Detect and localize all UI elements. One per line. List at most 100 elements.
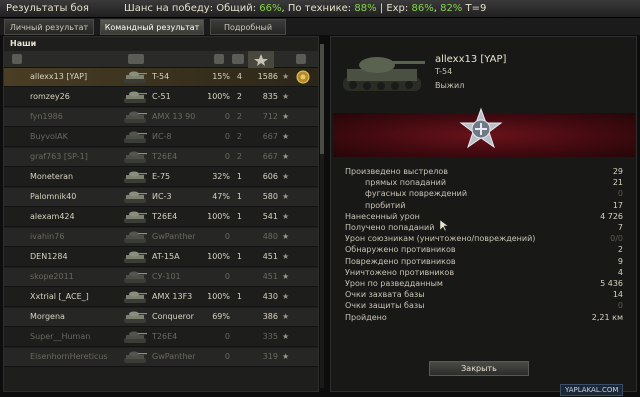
experience-cell: 835 bbox=[262, 92, 278, 101]
experience-star-icon: ★ bbox=[282, 312, 290, 321]
stat-row: Урон по разведданным 5 436 bbox=[345, 279, 633, 290]
column-header-bar bbox=[4, 51, 318, 68]
table-row[interactable]: Moneteran E-75 32% 1 606 ★ bbox=[4, 168, 318, 187]
experience-column-sorted[interactable] bbox=[248, 51, 274, 68]
exp-a: 86% bbox=[411, 3, 434, 14]
frags-cell: 4 bbox=[236, 72, 242, 81]
table-row[interactable]: Morgena Conqueror 69% 386 ★ bbox=[4, 308, 318, 327]
stat-value: 5 436 bbox=[600, 279, 623, 288]
table-row[interactable]: fyn1986 AMX 13 90 0 2 712 ★ bbox=[4, 108, 318, 127]
tank-name-cell: СУ-101 bbox=[152, 272, 181, 281]
team-label: Наши bbox=[10, 39, 37, 48]
experience-star-icon: ★ bbox=[282, 112, 290, 121]
tab-team-result[interactable]: Командный результат bbox=[100, 19, 204, 35]
stat-label: Уничтожено противников bbox=[345, 267, 455, 277]
stat-row: прямых попаданий 21 bbox=[345, 178, 633, 189]
tank-name-cell: AMX 13 90 bbox=[152, 112, 196, 121]
player-name-cell: EisenhornHereticus bbox=[30, 352, 108, 361]
frags-cell: 1 bbox=[236, 172, 242, 181]
watermark: YAPLAKAL.COM bbox=[560, 384, 624, 396]
tank-thumbnail-icon bbox=[124, 151, 147, 163]
frags-icon[interactable] bbox=[232, 54, 244, 64]
stat-value: 0 bbox=[617, 301, 623, 311]
experience-star-icon: ★ bbox=[282, 212, 290, 221]
experience-star-icon: ★ bbox=[282, 252, 290, 261]
table-row[interactable]: DEN1284 AT-15A 100% 1 451 ★ bbox=[4, 248, 318, 267]
stat-label: Пройдено bbox=[345, 312, 387, 322]
table-row[interactable]: BuyvolAK ИС-8 0 2 667 ★ bbox=[4, 128, 318, 147]
stat-value: 0 bbox=[617, 189, 623, 199]
scrollbar-thumb[interactable] bbox=[320, 44, 324, 154]
table-row[interactable]: Super__Human T26E4 0 335 ★ bbox=[4, 328, 318, 347]
stat-value: 2 bbox=[617, 245, 623, 255]
tank-thumbnail-icon bbox=[124, 91, 147, 103]
table-row[interactable]: graf763 [SP-1] T26E4 0 2 667 ★ bbox=[4, 148, 318, 167]
experience-cell: 667 bbox=[262, 132, 278, 141]
win-chance-summary: Шанс на победу: Общий: 66%, По технике: … bbox=[124, 3, 486, 14]
experience-cell: 335 bbox=[262, 332, 278, 341]
tank-thumbnail-icon bbox=[124, 191, 147, 203]
table-row[interactable]: ivahin76 GwPanther 0 480 ★ bbox=[4, 228, 318, 247]
player-name-cell: Super__Human bbox=[30, 332, 91, 341]
close-button[interactable]: Закрыть bbox=[429, 361, 529, 376]
player-name-cell: romzey26 bbox=[30, 92, 70, 101]
stat-label: фугасных повреждений bbox=[365, 189, 468, 199]
player-name-cell: ivahin76 bbox=[30, 232, 65, 241]
stat-value: 4 726 bbox=[600, 211, 623, 221]
tank-name-cell: AT-15A bbox=[152, 252, 180, 261]
exp-sep: , bbox=[433, 3, 437, 14]
health-percent-cell: 100% bbox=[207, 92, 230, 101]
table-row[interactable]: alexam424 T26E4 100% 1 541 ★ bbox=[4, 208, 318, 227]
stat-value: 2,21 км bbox=[591, 312, 623, 322]
table-row[interactable]: allexx13 [YAP] T-54 15% 4 1586 ★ bbox=[4, 68, 318, 87]
exp-label: | Exp: bbox=[379, 3, 409, 14]
medal-icon[interactable] bbox=[296, 54, 306, 64]
stat-value: 17 bbox=[612, 200, 623, 210]
vehicle-type-icon[interactable] bbox=[12, 54, 22, 64]
tank-name-cell: E-75 bbox=[152, 172, 171, 181]
health-percent-cell: 100% bbox=[207, 252, 230, 261]
frags-cell: 2 bbox=[236, 152, 242, 161]
tank-icon[interactable] bbox=[128, 54, 144, 64]
frags-cell: 1 bbox=[236, 292, 242, 301]
experience-cell: 580 bbox=[262, 192, 278, 201]
title-bar: Результаты боя Шанс на победу: Общий: 66… bbox=[0, 0, 640, 18]
stat-row: Произведено выстрелов 29 bbox=[345, 167, 633, 178]
table-row[interactable]: romzey26 С-51 100% 2 835 ★ bbox=[4, 88, 318, 107]
table-row[interactable]: skope2011 СУ-101 0 451 ★ bbox=[4, 268, 318, 287]
frags-cell: 1 bbox=[236, 212, 242, 221]
player-name-cell: allexx13 [YAP] bbox=[30, 72, 88, 81]
tank-thumbnail-icon bbox=[124, 291, 147, 303]
experience-star-icon: ★ bbox=[282, 92, 290, 101]
tab-personal-result[interactable]: Личный результат bbox=[4, 19, 94, 35]
stat-value: 9 bbox=[617, 256, 623, 266]
chance-tech-label: , По технике: bbox=[281, 3, 352, 14]
chance-total: 66% bbox=[259, 3, 282, 14]
tank-name-cell: GwPanther bbox=[152, 232, 196, 241]
table-row[interactable]: Xxtrial [_ACE_] AMX 13F3 100% 1 430 ★ bbox=[4, 288, 318, 307]
stat-row: Урон союзникам (уничтожено/повреждений) 0… bbox=[345, 234, 633, 245]
tab-bar: Личный результат Командный результат Под… bbox=[0, 18, 640, 48]
frags-cell: 2 bbox=[236, 112, 242, 121]
player-name: allexx13 [YAP] bbox=[435, 54, 507, 65]
stat-label: Обнаружено противников bbox=[345, 245, 456, 255]
frags-cell: 1 bbox=[236, 252, 242, 261]
stat-row: Получено попаданий 7 bbox=[345, 223, 633, 234]
table-row[interactable]: Palomnik40 ИС-3 47% 1 580 ★ bbox=[4, 188, 318, 207]
experience-cell: 712 bbox=[262, 112, 278, 121]
damage-icon[interactable] bbox=[214, 54, 224, 64]
player-name-cell: BuyvolAK bbox=[30, 132, 68, 141]
player-detail-panel: allexx13 [YAP] T-54 Выжил Произведено вы… bbox=[330, 36, 637, 392]
tank-name-cell: T26E4 bbox=[152, 152, 178, 161]
scrollbar[interactable] bbox=[320, 44, 324, 388]
tab-detailed-report[interactable]: Подробный отчёт bbox=[210, 19, 286, 48]
tank-name-cell: ИС-3 bbox=[152, 192, 172, 201]
health-percent-cell: 0 bbox=[224, 272, 230, 281]
health-percent-cell: 100% bbox=[207, 292, 230, 301]
table-row[interactable]: EisenhornHereticus GwPanther 0 319 ★ bbox=[4, 348, 318, 367]
health-percent-cell: 0 bbox=[224, 112, 230, 121]
health-percent-cell: 47% bbox=[212, 192, 230, 201]
health-percent-cell: 0 bbox=[224, 232, 230, 241]
stat-row: Обнаружено противников 2 bbox=[345, 245, 633, 256]
stat-row: Пройдено 2,21 км bbox=[345, 313, 633, 324]
